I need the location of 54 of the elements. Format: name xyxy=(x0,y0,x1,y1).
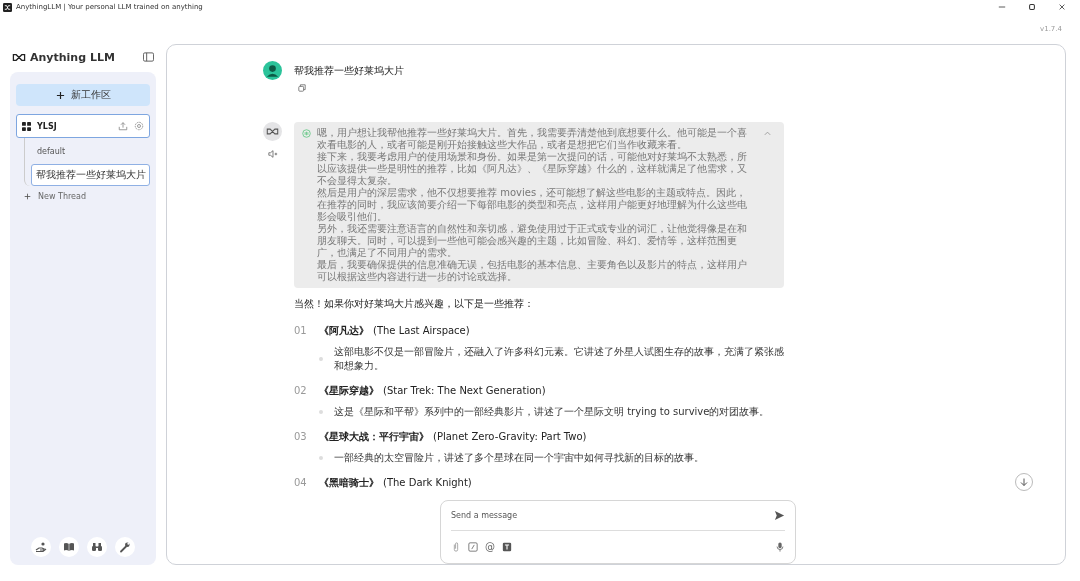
thread-item[interactable]: default xyxy=(31,142,150,161)
logo-icon xyxy=(12,52,26,62)
brand-name: Anything LLM xyxy=(30,50,115,64)
assistant-avatar-icon xyxy=(263,122,282,141)
message-input[interactable]: Send a message xyxy=(451,511,774,520)
bullet-icon xyxy=(319,456,323,460)
arrow-down-icon xyxy=(1019,477,1029,487)
binoculars-icon[interactable] xyxy=(87,537,107,557)
movie-english-title: (Planet Zero-Gravity: Part Two) xyxy=(433,431,587,442)
copy-icon[interactable] xyxy=(298,84,306,92)
movie-description: 一部经典的太空冒险片，讲述了多个星球在同一个宇宙中如何寻找新的目标的故事。 xyxy=(334,451,704,465)
movie-description: 这是《星际和平帮》系列中的一部经典影片，讲述了一个星际文明 trying to survive的对团故事。 xyxy=(334,405,770,419)
movie-title: 《阿凡达》 xyxy=(319,324,369,338)
grid-icon xyxy=(22,121,31,131)
slash-command-icon[interactable] xyxy=(468,542,478,552)
user-message: 帮我推荐一些好莱坞大片 xyxy=(294,64,405,78)
microphone-icon[interactable] xyxy=(775,542,785,552)
thinking-paragraph: 然后是用户的深层需求，他不仅想要推荐 movies，还可能想了解这些电影的主题或特点。因此，在推荐的同时，我应该简要介绍一下每部电影的类型和亮点，这样用户能更好地理解为什么这些电影会吸引他们。 xyxy=(317,187,748,223)
maximize-icon[interactable] xyxy=(1028,3,1036,11)
new-workspace-button[interactable]: 新工作区 xyxy=(16,84,150,106)
text-format-icon[interactable] xyxy=(502,542,512,552)
movie-title: 《星球大战：平行宇宙》 xyxy=(319,430,429,444)
sidebar-toggle-icon[interactable] xyxy=(143,52,154,62)
send-icon[interactable] xyxy=(774,510,785,521)
wrench-icon[interactable] xyxy=(115,537,135,557)
response-intro: 当然！如果你对好莱坞大片感兴趣，以下是一些推荐： xyxy=(294,297,535,311)
thinking-paragraph: 另外，我还需要注意语言的自然性和亲切感，避免使用过于正式或专业的词汇，让他觉得像是在和朋友聊天。同时，可以提到一些他可能会感兴趣的主题，比如冒险、科幻、爱情等，这样范围更广，也满足了不同用户的需求。 xyxy=(317,223,748,259)
thinking-icon xyxy=(302,129,311,138)
list-number: 02 xyxy=(294,385,308,396)
speaker-icon[interactable] xyxy=(267,149,278,159)
thinking-paragraph: 最后，我要确保提供的信息准确无误，包括电影的基本信息、主要角色以及影片的特点，这样用户可以根据这些内容进行进一步的讨论或选择。 xyxy=(317,259,748,283)
list-number: 01 xyxy=(294,325,308,336)
thinking-paragraph: 接下来，我要考虑用户的使用场景和身份。如果是第一次提问的话，可能他对好莱坞不太熟悉，所以应该提供一些是明性的推荐，比如《阿凡达》、《星际穿越》什么的，这样就满足了他需求，又不会显得太复杂。 xyxy=(317,151,748,187)
movie-title: 《黑暗骑士》 xyxy=(319,476,379,490)
movie-title: 《星际穿越》 xyxy=(319,384,379,398)
movie-description: 这部电影不仅是一部冒险片，还融入了许多科幻元素。它讲述了外星人试图生存的故事，充满了紧张感和想象力。 xyxy=(333,345,785,373)
close-icon[interactable] xyxy=(1058,3,1066,11)
movie-english-title: (The Dark Knight) xyxy=(383,477,472,488)
user-avatar-icon xyxy=(263,61,282,80)
new-thread-button[interactable]: New Thread xyxy=(16,186,94,207)
bullet-icon xyxy=(319,410,323,414)
list-number: 03 xyxy=(294,431,308,442)
thread-item[interactable]: 帮我推荐一些好莱坞大片 xyxy=(31,164,150,186)
book-icon[interactable] xyxy=(59,537,79,557)
plus-icon xyxy=(24,193,31,200)
bullet-icon xyxy=(319,357,323,361)
movie-english-title: (The Last Airspace) xyxy=(373,325,470,336)
movie-english-title: (Star Trek: The Next Generation) xyxy=(383,385,546,396)
list-number: 04 xyxy=(294,477,308,488)
thinking-paragraph: 嗯，用户想让我帮他推荐一些好莱坞大片。首先，我需要弄清楚他到底想要什么。他可能是一个喜欢看电影的人，或者可能是刚开始接触这些大作品，或者是想把它们当作收藏来看。 xyxy=(317,127,748,151)
plus-icon xyxy=(55,90,65,100)
mention-button[interactable]: @ xyxy=(485,542,495,552)
paperclip-icon[interactable] xyxy=(451,542,461,552)
support-icon[interactable] xyxy=(31,537,51,557)
